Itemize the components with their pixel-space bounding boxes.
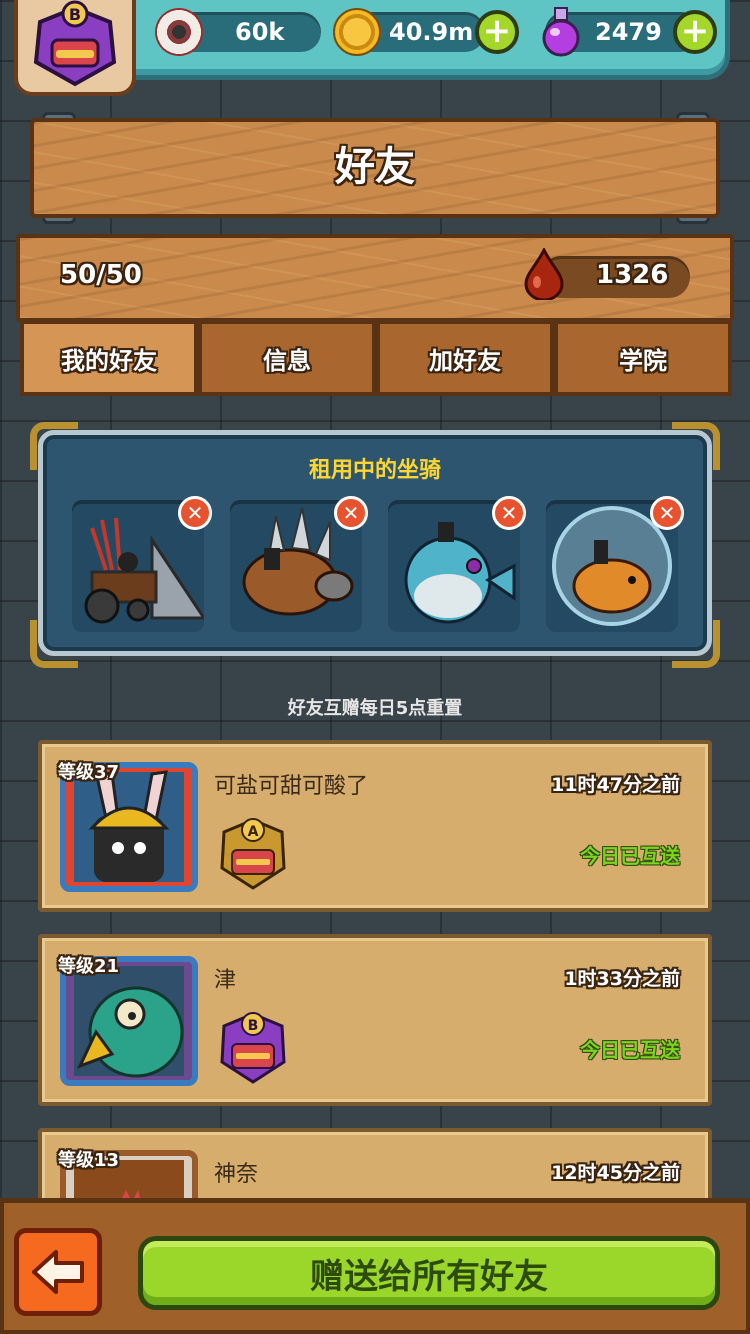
rented-mounts-title: 租用中的坐骑	[308, 458, 441, 483]
gift-status: 今日已互送	[580, 844, 680, 868]
tab-academy[interactable]: 学院	[554, 320, 732, 396]
rank-badge-icon: A	[218, 814, 288, 894]
tab-my-friends[interactable]: 我的好友	[20, 320, 198, 396]
friend-level: 等级37	[58, 762, 120, 783]
tab-bar: 我的好友 信息 加好友 学院	[16, 320, 734, 396]
friend-name: 神奈	[214, 1162, 259, 1187]
remove-mount-button[interactable]: ✕	[334, 496, 368, 530]
player-avatar[interactable]: B	[14, 0, 136, 96]
friend-level: 等级21	[58, 956, 120, 977]
friend-card[interactable]: 等级21 津 1时33分之前 B 今日已互送	[38, 934, 712, 1106]
potion-icon	[537, 6, 585, 57]
friend-level: 等级13	[58, 1150, 120, 1171]
remove-mount-button[interactable]: ✕	[178, 496, 212, 530]
back-button[interactable]	[14, 1228, 102, 1316]
tab-add-friend[interactable]: 加好友	[376, 320, 554, 396]
arrow-left-icon	[32, 1250, 84, 1294]
friend-last-seen: 1时33分之前	[564, 968, 680, 990]
eyeball-icon	[155, 8, 203, 56]
friend-card[interactable]: 等级37 可盐可甜可酸了 11时47分之前 A 今日已互送	[38, 740, 712, 912]
potions-value: 2479	[595, 18, 662, 46]
remove-mount-button[interactable]: ✕	[492, 496, 526, 530]
blood-value: 1326	[596, 260, 669, 290]
friend-last-seen: 12时45分之前	[551, 1162, 680, 1184]
rank-badge-icon: B	[218, 1008, 288, 1088]
badge-letter: B	[248, 1018, 259, 1034]
remove-mount-button[interactable]: ✕	[650, 496, 684, 530]
friend-name: 津	[214, 968, 237, 993]
panel-corner	[672, 620, 720, 668]
gift-all-friends-button[interactable]: 赠送给所有好友	[138, 1236, 720, 1310]
friend-last-seen: 11时47分之前	[551, 774, 680, 796]
resource-bar: 60k 40.9m + 2479 +	[80, 0, 730, 80]
coins-value: 40.9m	[389, 18, 474, 46]
page-title: 好友	[335, 144, 415, 190]
blood-drop-icon	[522, 246, 566, 304]
badge-letter: A	[248, 824, 259, 840]
add-potions-button[interactable]: +	[673, 10, 717, 54]
bunny-helmet-avatar-icon	[74, 770, 184, 882]
panel-corner	[30, 620, 78, 668]
tab-messages[interactable]: 信息	[198, 320, 376, 396]
coin-icon	[333, 8, 381, 56]
gift-status: 今日已互送	[580, 1038, 680, 1062]
rank-letter: B	[69, 5, 81, 24]
rank-badge-icon: B	[33, 0, 117, 87]
add-coins-button[interactable]: +	[475, 10, 519, 54]
gift-reset-note: 好友互赠每日5点重置	[287, 698, 463, 719]
friend-count: 50/50	[60, 260, 142, 290]
friend-name: 可盐可甜可酸了	[214, 774, 369, 799]
eyes-value: 60k	[235, 18, 285, 46]
bird-avatar-icon	[74, 966, 184, 1078]
